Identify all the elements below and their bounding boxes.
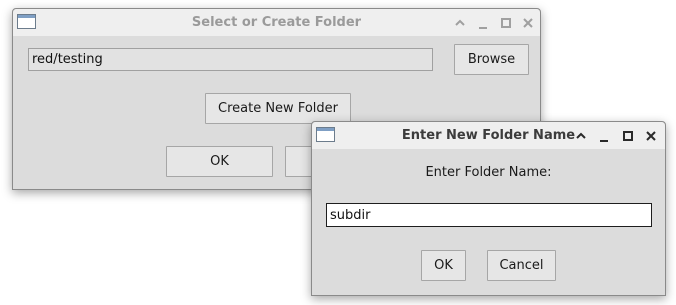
restore-icon[interactable] [620,128,636,144]
dialog-cancel-button[interactable]: Cancel [487,250,556,281]
restore-icon[interactable] [498,15,514,31]
ok-button[interactable]: OK [166,146,273,177]
browse-button[interactable]: Browse [454,44,529,75]
dialog-titlebar[interactable]: Enter New Folder Name [312,122,665,149]
minimize-icon[interactable] [596,128,612,144]
folder-path-input[interactable] [28,48,433,71]
dialog-title: Enter New Folder Name [401,128,576,143]
titlebar[interactable]: Select or Create Folder [13,9,540,36]
minimize-icon[interactable] [475,15,491,31]
folder-name-input[interactable] [326,203,652,227]
maximize-up-icon[interactable] [452,15,468,31]
create-new-folder-button[interactable]: Create New Folder [205,93,351,124]
enter-folder-name-dialog: Enter New Folder Name Enter Folder Name:… [311,121,666,296]
close-icon[interactable] [520,15,536,31]
dialog-ok-button[interactable]: OK [421,250,466,281]
maximize-up-icon[interactable] [573,128,589,144]
folder-name-prompt: Enter Folder Name: [425,165,552,180]
close-icon[interactable] [643,128,659,144]
